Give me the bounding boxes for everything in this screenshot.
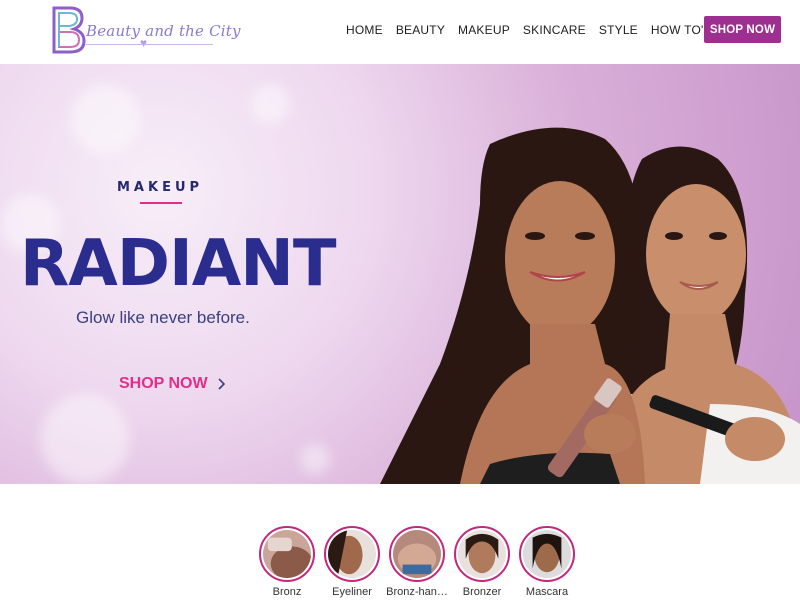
shop-now-button[interactable]: SHOP NOW — [704, 16, 781, 43]
kicker-underline — [140, 202, 182, 204]
main-nav: HOME BEAUTY MAKEUP SKINCARE STYLE HOW TO… — [346, 21, 734, 39]
chevron-right-icon — [218, 378, 225, 390]
heart-icon: ♥ — [140, 36, 148, 50]
category-item[interactable]: Mascara — [517, 524, 577, 600]
logo-underline — [86, 44, 213, 45]
category-image — [328, 530, 376, 578]
category-item[interactable]: Bronz-han… — [386, 524, 448, 600]
site-logo[interactable]: Beauty and the City ♥ — [52, 6, 240, 54]
bokeh-light — [70, 84, 140, 154]
logo-b-mark-icon — [52, 6, 86, 54]
hero-kicker: MAKEUP — [117, 180, 204, 195]
category-row: Bronz Eyeliner Bronz-han… Bronzer Mascar… — [0, 484, 800, 600]
category-image — [458, 530, 506, 578]
nav-makeup[interactable]: MAKEUP — [458, 23, 510, 37]
category-image — [393, 530, 441, 578]
hero-cta-label: SHOP NOW — [119, 375, 208, 392]
category-ring — [389, 526, 445, 582]
hero-subtitle: Glow like never before. — [76, 308, 250, 327]
category-ring — [519, 526, 575, 582]
nav-skincare[interactable]: SKINCARE — [523, 23, 586, 37]
category-label: Mascara — [525, 586, 569, 598]
site-header: Beauty and the City ♥ HOME BEAUTY MAKEUP… — [0, 0, 800, 64]
nav-beauty[interactable]: BEAUTY — [396, 23, 445, 37]
category-image — [263, 530, 313, 581]
category-item[interactable]: Eyeliner — [322, 524, 382, 600]
hero-models-image — [380, 127, 800, 484]
hero-title: RADIANT — [20, 227, 336, 301]
hero-banner: MAKEUP RADIANT Glow like never before. S… — [0, 64, 800, 484]
hero-shop-now-link[interactable]: SHOP NOW — [119, 375, 226, 393]
category-ring — [259, 526, 315, 582]
nav-home[interactable]: HOME — [346, 23, 383, 37]
bokeh-light — [40, 394, 130, 484]
category-item[interactable]: Bronz — [257, 524, 317, 600]
category-ring — [324, 526, 380, 582]
bokeh-light — [250, 84, 290, 124]
category-ring — [454, 526, 510, 582]
category-image — [523, 530, 571, 578]
logo-text: Beauty and the City — [86, 22, 241, 40]
category-item[interactable]: Bronzer — [452, 524, 512, 600]
nav-style[interactable]: STYLE — [599, 23, 638, 37]
nav-how-tos[interactable]: HOW TO'S — [651, 23, 712, 37]
bokeh-light — [300, 444, 330, 474]
